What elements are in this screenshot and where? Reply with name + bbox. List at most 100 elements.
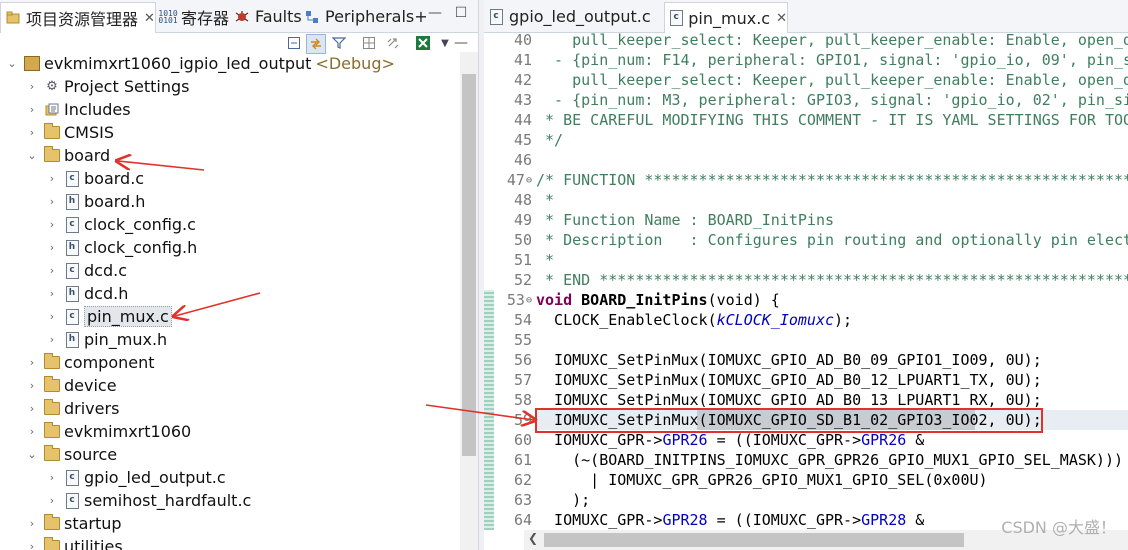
line-number: 56	[484, 350, 532, 370]
tree-item[interactable]: › c pin_mux.c	[0, 305, 172, 328]
line-number-text: 48	[513, 191, 532, 209]
x-icon[interactable]	[414, 34, 432, 52]
project-tree: ⌄ evkmimxrt1060_igpio_led_output <Debug>…	[0, 52, 460, 550]
folder-icon	[44, 399, 60, 417]
tree-item[interactable]: › ⚙ Project Settings	[0, 75, 190, 98]
code-line: (~(BOARD_INITPINS_IOMUXC_GPR_GPR26_GPIO_…	[536, 450, 1123, 470]
line-number: 59	[484, 410, 532, 430]
chevron-right-icon[interactable]: ›	[46, 333, 58, 346]
tab-label: Faults	[255, 7, 302, 26]
chevron-down-icon[interactable]: ⌄	[6, 57, 18, 70]
tree-item[interactable]: › Includes	[0, 98, 131, 121]
close-icon[interactable]: ✕	[144, 11, 155, 26]
tree-item[interactable]: › evkmimxrt1060	[0, 420, 191, 443]
tab-faults[interactable]: Faults	[230, 2, 302, 31]
tab-gpio-led-output[interactable]: c gpio_led_output.c	[484, 2, 662, 31]
tree-item-label: clock_config.h	[84, 238, 198, 257]
chevron-right-icon[interactable]: ›	[46, 218, 58, 231]
tree-item[interactable]: › c gpio_led_output.c	[0, 466, 226, 489]
tree-item[interactable]: › drivers	[0, 397, 119, 420]
code-editor[interactable]: 40 pull_keeper_select: Keeper, pull_keep…	[484, 33, 1128, 530]
code-line: IOMUXC_SetPinMux(IOMUXC_GPIO_AD_B0_12_LP…	[536, 370, 1042, 390]
tree-item[interactable]: › h dcd.h	[0, 282, 129, 305]
tree-item[interactable]: › c semihost_hardfault.c	[0, 489, 252, 512]
tree-item[interactable]: › utilities	[0, 535, 123, 550]
c-file-icon: c	[64, 469, 80, 486]
chevron-right-icon[interactable]: ›	[46, 471, 58, 484]
code-field: GPR26	[662, 431, 708, 449]
chevron-right-icon[interactable]: ›	[46, 195, 58, 208]
line-number-text: 53	[506, 291, 525, 309]
editor-scrollbar-thumb[interactable]	[544, 533, 964, 547]
tab-registers[interactable]: 1010 0101 寄存器	[156, 2, 229, 31]
code-line: IOMUXC_SetPinMux(IOMUXC_GPIO_AD_B0_13_LP…	[536, 390, 1042, 410]
filter-icon[interactable]	[330, 34, 348, 52]
editor-tab-bar: c gpio_led_output.c c pin_mux.c ✕	[484, 0, 1128, 33]
chevron-right-icon[interactable]: ›	[26, 540, 38, 550]
tree-item[interactable]: › c board.c	[0, 167, 144, 190]
tree-item-label: drivers	[64, 399, 120, 418]
chevron-right-icon[interactable]: ›	[26, 103, 38, 116]
fold-icon[interactable]: ⊖	[526, 295, 532, 306]
line-number: 58	[484, 390, 532, 410]
minimize-button[interactable]: —	[428, 6, 442, 20]
chevron-right-icon[interactable]: ›	[26, 425, 38, 438]
tab-pin-mux[interactable]: c pin_mux.c ✕	[664, 2, 788, 33]
line-number: 40	[484, 33, 532, 50]
chevron-right-icon[interactable]: ›	[26, 402, 38, 415]
tree-item[interactable]: › CMSIS	[0, 121, 114, 144]
tab-label: pin_mux.c	[688, 8, 771, 28]
tree-scrollbar-thumb[interactable]	[462, 74, 476, 456]
line-number: 60	[484, 430, 532, 450]
minimize-view-button[interactable]: —	[454, 36, 468, 50]
grid-icon[interactable]	[360, 34, 378, 52]
line-number: 44	[484, 110, 532, 130]
code-line: * END **********************************…	[536, 270, 1128, 290]
chevron-right-icon[interactable]: ›	[46, 310, 58, 323]
chevron-right-icon[interactable]: ›	[26, 80, 38, 93]
tree-item[interactable]: › c dcd.c	[0, 259, 127, 282]
maximize-button[interactable]: ☐	[454, 6, 468, 20]
code-comment: /* FUNCTION ****************************…	[536, 171, 1128, 189]
tree-item[interactable]: ⌄ board	[0, 144, 110, 167]
tree-item[interactable]: ⌄ source	[0, 443, 117, 466]
chevron-down-icon[interactable]: ⌄	[26, 448, 38, 461]
tab-project-explorer[interactable]: 项目资源管理器 ✕	[0, 2, 156, 33]
tree-item-label: evkmimxrt1060	[64, 422, 192, 441]
tree-item[interactable]: › device	[0, 374, 117, 397]
tree-project-root[interactable]: ⌄ evkmimxrt1060_igpio_led_output <Debug>	[0, 52, 395, 75]
chevron-right-icon[interactable]: ›	[46, 172, 58, 185]
tree-item[interactable]: › h clock_config.h	[0, 236, 197, 259]
link-editor-icon[interactable]	[306, 34, 326, 54]
line-number: 51	[484, 250, 532, 270]
tree-item[interactable]: › h pin_mux.h	[0, 328, 167, 351]
code-text: IOMUXC_SetPinMux(IOMUXC_GPIO_SD_B1_02_GP…	[536, 411, 1042, 429]
tree-item[interactable]: › c clock_config.c	[0, 213, 196, 236]
collapse-all-icon[interactable]	[285, 34, 303, 52]
settings-icon: ⚙	[46, 79, 58, 94]
view-menu-icon[interactable]: ▼	[436, 34, 454, 52]
fold-icon[interactable]: ⊖	[526, 175, 532, 186]
tab-peripherals[interactable]: Peripherals+	[300, 2, 428, 31]
c-file-icon: c	[64, 492, 80, 509]
chevron-right-icon[interactable]: ›	[26, 126, 38, 139]
chevron-right-icon[interactable]: ›	[46, 264, 58, 277]
chevron-right-icon[interactable]: ›	[26, 517, 38, 530]
line-number: 48	[484, 190, 532, 210]
chevron-right-icon[interactable]: ›	[46, 241, 58, 254]
chevron-right-icon[interactable]: ›	[46, 287, 58, 300]
close-icon[interactable]: ✕	[776, 11, 787, 26]
tree-item[interactable]: › component	[0, 351, 155, 374]
explorer-toolbar: ▼ —	[0, 33, 478, 54]
chevron-down-icon[interactable]: ⌄	[26, 149, 38, 162]
tree-item-label: gpio_led_output.c	[84, 468, 226, 487]
folder-icon	[44, 422, 60, 440]
chevron-right-icon[interactable]: ›	[26, 356, 38, 369]
tree-item[interactable]: › h board.h	[0, 190, 146, 213]
scroll-left-icon[interactable]: ❮	[528, 531, 538, 545]
chevron-right-icon[interactable]: ›	[26, 379, 38, 392]
chevron-right-icon[interactable]: ›	[46, 494, 58, 507]
tree-item[interactable]: › startup	[0, 512, 122, 535]
sync-icon[interactable]	[384, 34, 402, 52]
